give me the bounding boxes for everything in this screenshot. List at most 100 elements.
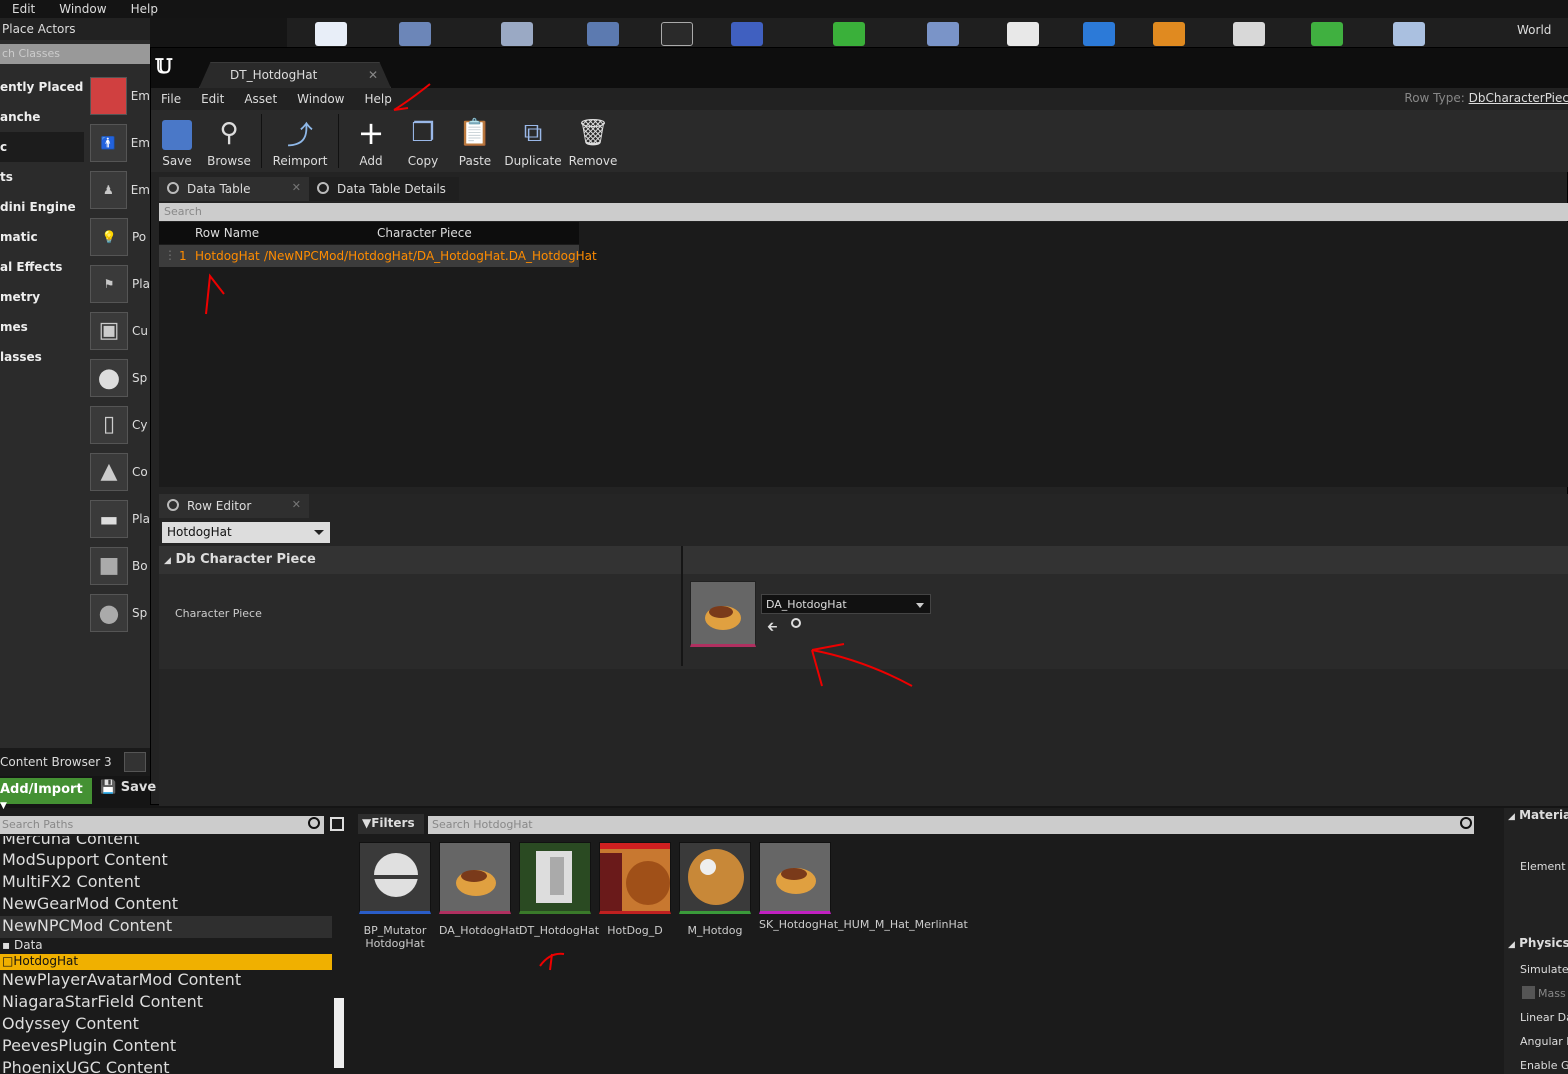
path-item[interactable]: ModSupport Content xyxy=(0,850,332,872)
menu-file[interactable]: File xyxy=(151,92,191,106)
check-icon[interactable] xyxy=(1083,22,1115,46)
close-icon[interactable]: ✕ xyxy=(292,498,301,511)
cube-icon[interactable] xyxy=(661,22,693,46)
build-icon[interactable] xyxy=(927,22,959,46)
category-item[interactable]: ently Placed xyxy=(0,72,84,102)
asset-tile[interactable]: SK_HotdogHat_HUM_M_Hat_MerlinHat xyxy=(759,842,968,931)
asset-tile[interactable]: HotDog_D xyxy=(599,842,671,937)
category-item[interactable]: lasses xyxy=(0,342,84,372)
menu-edit[interactable]: Edit xyxy=(191,92,234,106)
save-button[interactable]: Save xyxy=(151,110,203,172)
browse-button[interactable]: ⚲ Browse xyxy=(203,110,255,172)
asset-thumbnail[interactable] xyxy=(690,581,756,647)
category-item[interactable]: matic xyxy=(0,222,84,252)
tab-content-browser[interactable]: Content Browser 3 xyxy=(0,752,118,774)
path-item[interactable]: Odyssey Content xyxy=(0,1014,332,1036)
path-item[interactable]: Mercuna Content xyxy=(0,836,332,850)
path-item[interactable]: PhoenixUGC Content xyxy=(0,1058,332,1074)
row-select-dropdown[interactable]: HotdogHat xyxy=(162,522,330,543)
table-row[interactable]: ⋮ 1 HotdogHat /NewNPCMod/HotdogHat/DA_Ho… xyxy=(159,245,597,267)
settings-icon[interactable] xyxy=(501,22,533,46)
tab-dt-hotdoghat[interactable]: DT_HotdogHat ✕ xyxy=(199,62,391,88)
use-selected-arrow-icon[interactable]: 🡰 xyxy=(767,618,778,640)
section-physics[interactable]: ◢ Physics xyxy=(1508,936,1568,950)
actor-item[interactable]: ● Sp xyxy=(84,354,150,401)
save-all-button[interactable]: 💾 Save xyxy=(100,780,156,795)
actor-item[interactable]: ▣ Cu xyxy=(84,307,150,354)
table-search-input[interactable]: Search xyxy=(159,203,1568,221)
section-material[interactable]: ◢ Material xyxy=(1508,808,1568,822)
actor-item[interactable]: 💡 Po xyxy=(84,213,150,260)
path-search-input[interactable]: Search Paths xyxy=(0,816,324,834)
actor-item[interactable]: ⚑ Pla xyxy=(84,260,150,307)
path-item[interactable]: NewPlayerAvatarMod Content xyxy=(0,970,332,992)
filters-button[interactable]: ▼Filters xyxy=(358,814,424,834)
category-item[interactable]: mes xyxy=(0,312,84,342)
actor-item[interactable]: ● Sp xyxy=(84,589,150,636)
path-scrollbar[interactable] xyxy=(334,998,344,1068)
search-icon[interactable] xyxy=(308,817,320,829)
reimport-button[interactable]: ⤴ Reimport xyxy=(268,110,332,172)
close-icon[interactable]: ✕ xyxy=(292,181,301,194)
category-item[interactable]: al Effects xyxy=(0,252,84,282)
section-header[interactable]: ◢ Db Character Piece xyxy=(159,546,1568,574)
actor-item[interactable]: ▯ Cy xyxy=(84,401,150,448)
column-header-row-name[interactable]: Row Name xyxy=(195,226,259,240)
asset-tile[interactable]: BP_Mutator HotdogHat xyxy=(359,842,431,950)
duplicate-button[interactable]: ⧉ Duplicate xyxy=(501,110,565,172)
menu-window[interactable]: Window xyxy=(287,92,354,106)
view-options-icon[interactable] xyxy=(330,817,344,831)
browser-layout-icon[interactable] xyxy=(124,752,146,772)
asset-tile[interactable]: DT_HotdogHat xyxy=(519,842,599,937)
add-button[interactable]: + Add xyxy=(345,110,397,172)
path-item[interactable]: ▪ Data xyxy=(0,938,332,954)
menu-edit[interactable]: Edit xyxy=(0,2,47,16)
category-item[interactable]: metry xyxy=(0,282,84,312)
tab-row-editor[interactable]: Row Editor ✕ xyxy=(159,494,309,518)
row-type-link[interactable]: DbCharacterPiec xyxy=(1469,91,1568,105)
path-item[interactable]: PeevesPlugin Content xyxy=(0,1036,332,1058)
phoenix-icon[interactable] xyxy=(1153,22,1185,46)
asset-tile[interactable]: M_Hotdog xyxy=(679,842,751,937)
menu-asset[interactable]: Asset xyxy=(234,92,287,106)
category-item[interactable]: dini Engine xyxy=(0,192,84,222)
menu-window[interactable]: Window xyxy=(47,2,118,16)
path-item[interactable]: NiagaraStarField Content xyxy=(0,992,332,1014)
actor-item[interactable]: ▲ Co xyxy=(84,448,150,495)
actor-item[interactable]: Em xyxy=(84,72,150,119)
asset-tile[interactable]: DA_HotdogHat xyxy=(439,842,520,937)
launch-icon[interactable] xyxy=(1393,22,1425,46)
category-item[interactable]: ts xyxy=(0,162,84,192)
add-import-button[interactable]: Add/Import ▼ xyxy=(0,778,92,811)
source-control-icon[interactable] xyxy=(399,22,431,46)
world-outliner-label[interactable]: World xyxy=(1517,23,1551,37)
remove-button[interactable]: 🗑 Remove xyxy=(565,110,621,172)
search-icon[interactable] xyxy=(1460,817,1472,829)
path-item[interactable]: NewGearMod Content xyxy=(0,894,332,916)
asset-picker-combo[interactable]: DA_HotdogHat xyxy=(761,594,931,614)
column-splitter[interactable] xyxy=(681,546,683,666)
tab-data-table[interactable]: Data Table ✕ xyxy=(159,177,309,201)
path-item-selected[interactable]: □HotdogHat xyxy=(0,954,332,970)
category-item[interactable]: c xyxy=(0,132,84,162)
clapper-icon[interactable] xyxy=(1007,22,1039,46)
plugin-icon[interactable] xyxy=(1311,22,1343,46)
paste-button[interactable]: 📋 Paste xyxy=(449,110,501,172)
tab-data-table-details[interactable]: Data Table Details xyxy=(309,177,459,201)
path-item[interactable]: MultiFX2 Content xyxy=(0,872,332,894)
close-icon[interactable]: ✕ xyxy=(368,68,378,82)
class-search-input[interactable]: ch Classes xyxy=(0,44,150,64)
browse-search-icon[interactable] xyxy=(791,618,801,628)
column-header-character-piece[interactable]: Character Piece xyxy=(377,226,472,240)
menu-help[interactable]: Help xyxy=(119,2,170,16)
path-item[interactable]: NewNPCMod Content xyxy=(0,916,332,938)
actor-item[interactable]: ■ Bo xyxy=(84,542,150,589)
asset-search-input[interactable]: Search HotdogHat xyxy=(428,816,1474,834)
copy-button[interactable]: ❐ Copy xyxy=(397,110,449,172)
mod-icon[interactable] xyxy=(833,22,865,46)
actor-item[interactable]: ▬ Pla xyxy=(84,495,150,542)
drag-handle-icon[interactable]: ⋮ xyxy=(164,248,176,262)
blueprints-icon[interactable] xyxy=(587,22,619,46)
actor-item[interactable]: 🚹 Em xyxy=(84,119,150,166)
category-item[interactable]: anche xyxy=(0,102,84,132)
